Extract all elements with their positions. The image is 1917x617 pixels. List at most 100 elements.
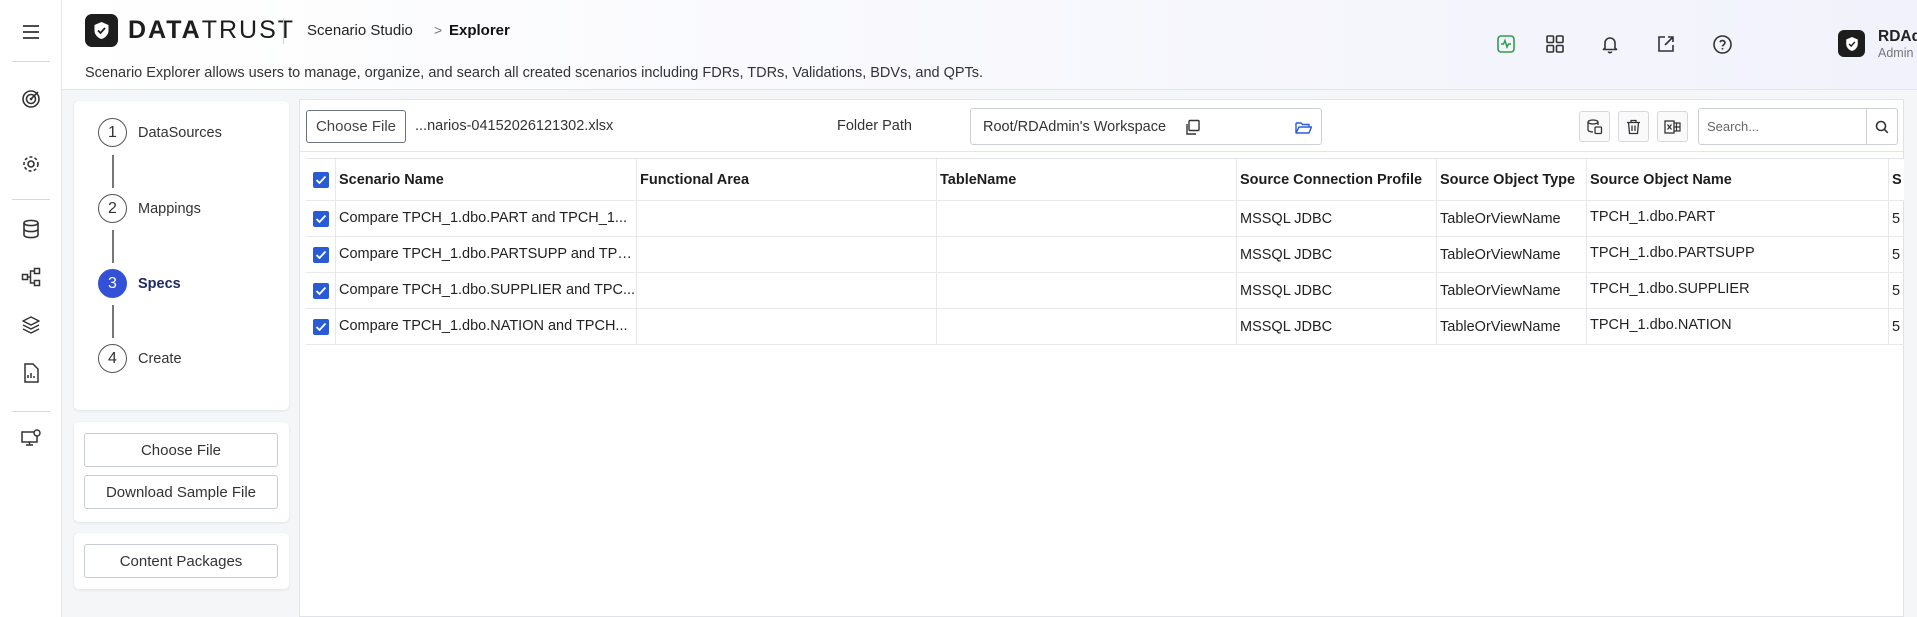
folder-open-icon[interactable]: [1295, 120, 1312, 135]
column-header-source-object-type[interactable]: Source Object Type: [1437, 159, 1587, 200]
search-box: [1698, 108, 1898, 145]
explorer-toolbar: Choose File ...narios-04152026121302.xls…: [300, 100, 1903, 152]
folder-path-value: Root/RDAdmin's Workspace: [983, 119, 1167, 135]
step-connector: [112, 155, 114, 188]
step-specs[interactable]: 3 Specs: [98, 269, 181, 298]
database-icon[interactable]: [16, 214, 46, 244]
cell-table-name: [937, 309, 1237, 344]
check-icon: [315, 175, 326, 184]
choose-file-button[interactable]: Choose File: [84, 433, 278, 467]
datatrust-logo[interactable]: DATATRUST: [85, 14, 295, 47]
menu-icon[interactable]: [16, 17, 46, 47]
left-sidebar: [0, 0, 62, 617]
cell-functional-area: [637, 273, 937, 308]
help-icon[interactable]: [1709, 31, 1735, 57]
step-mappings[interactable]: 2 Mappings: [98, 194, 201, 223]
column-header-truncated[interactable]: S: [1889, 159, 1904, 200]
cell-source-connection-profile: MSSQL JDBC: [1237, 237, 1437, 272]
folder-path-field[interactable]: Root/RDAdmin's Workspace: [970, 108, 1322, 145]
cell-scenario-name: Compare TPCH_1.dbo.PART and TPCH_1...: [336, 201, 637, 236]
table-row[interactable]: Compare TPCH_1.dbo.PART and TPCH_1... MS…: [306, 201, 1904, 237]
cell-truncated: 5: [1892, 282, 1901, 299]
breadcrumb-scenario-studio[interactable]: Scenario Studio: [307, 22, 413, 39]
wizard-stepper: 1 DataSources 2 Mappings 3 Specs 4 Creat…: [74, 101, 289, 410]
column-header-source-connection-profile[interactable]: Source Connection Profile: [1237, 159, 1437, 200]
cell-scenario-name: Compare TPCH_1.dbo.SUPPLIER and TPC...: [336, 273, 637, 308]
avatar[interactable]: [1838, 30, 1865, 57]
content-packages-button[interactable]: Content Packages: [84, 544, 278, 578]
folder-path-label: Folder Path: [837, 118, 912, 134]
check-icon: [315, 286, 326, 295]
copy-scenarios-icon[interactable]: [1579, 111, 1610, 142]
header-divider: [283, 18, 284, 44]
cell-scenario-name: Compare TPCH_1.dbo.PARTSUPP and TPC...: [336, 237, 637, 272]
table-header-row: Scenario Name Functional Area TableName …: [306, 159, 1904, 201]
cell-source-object-type: TableOrViewName: [1437, 201, 1587, 236]
delete-icon[interactable]: [1618, 111, 1649, 142]
step-create[interactable]: 4 Create: [98, 344, 182, 373]
table-row[interactable]: Compare TPCH_1.dbo.NATION and TPCH... MS…: [306, 309, 1904, 345]
cell-truncated: 5: [1892, 318, 1901, 335]
row-select-cell: [306, 201, 336, 236]
step-number: 1: [98, 118, 127, 147]
cell-table-name: [937, 237, 1237, 272]
step-label: DataSources: [138, 124, 222, 141]
cell-source-connection-profile: MSSQL JDBC: [1237, 273, 1437, 308]
step-datasources[interactable]: 1 DataSources: [98, 118, 222, 147]
breadcrumb-current: Explorer: [449, 22, 510, 39]
step-number: 3: [98, 269, 127, 298]
breadcrumb-separator: >: [434, 22, 443, 38]
sidebar-divider: [12, 411, 50, 412]
scenarios-table: Scenario Name Functional Area TableName …: [306, 158, 1904, 617]
user-name[interactable]: RDAdmin: [1878, 28, 1917, 46]
table-row[interactable]: Compare TPCH_1.dbo.PARTSUPP and TPC... M…: [306, 237, 1904, 273]
logo-text-bold: DATA: [128, 16, 202, 44]
row-select-cell: [306, 309, 336, 344]
cell-table-name: [937, 273, 1237, 308]
column-header-table-name[interactable]: TableName: [937, 159, 1237, 200]
cell-functional-area: [637, 201, 937, 236]
file-actions-panel: Choose File Download Sample File: [74, 422, 289, 522]
cell-source-connection-profile: MSSQL JDBC: [1237, 309, 1437, 344]
row-select-cell: [306, 273, 336, 308]
external-link-icon[interactable]: [1653, 31, 1679, 57]
sidebar-divider: [12, 199, 50, 200]
report-icon[interactable]: [16, 358, 46, 388]
bell-icon[interactable]: [1597, 31, 1623, 57]
row-select-cell: [306, 237, 336, 272]
cell-source-connection-profile: MSSQL JDBC: [1237, 201, 1437, 236]
row-checkbox[interactable]: [312, 246, 329, 263]
content-packages-panel: Content Packages: [74, 533, 289, 589]
apps-grid-icon[interactable]: [1542, 31, 1568, 57]
copy-icon[interactable]: [1184, 119, 1201, 136]
search-button[interactable]: [1866, 109, 1897, 144]
row-checkbox[interactable]: [312, 210, 329, 227]
layers-icon[interactable]: [16, 310, 46, 340]
cell-source-object-name: TPCH_1.dbo.PARTSUPP: [1587, 237, 1889, 272]
column-header-scenario-name[interactable]: Scenario Name: [336, 159, 637, 200]
logo-text-light: TRUST: [201, 16, 296, 44]
table-row[interactable]: Compare TPCH_1.dbo.SUPPLIER and TPC... M…: [306, 273, 1904, 309]
step-label: Mappings: [138, 200, 201, 217]
check-icon: [315, 250, 326, 259]
settings-icon[interactable]: [16, 149, 46, 179]
cell-source-object-type: TableOrViewName: [1437, 237, 1587, 272]
row-checkbox[interactable]: [312, 282, 329, 299]
choose-file-input[interactable]: Choose File: [306, 110, 406, 143]
step-label: Specs: [138, 275, 181, 292]
column-header-functional-area[interactable]: Functional Area: [637, 159, 937, 200]
column-header-source-object-name[interactable]: Source Object Name: [1587, 159, 1889, 200]
top-header: DATATRUST Scenario Studio > Explorer Sce…: [62, 0, 1917, 90]
step-connector: [112, 230, 114, 263]
excel-export-icon[interactable]: [1657, 111, 1688, 142]
search-input[interactable]: [1699, 109, 1867, 144]
cell-source-object-name: TPCH_1.dbo.PART: [1587, 201, 1889, 236]
workflow-icon[interactable]: [16, 262, 46, 292]
select-all-checkbox[interactable]: [312, 171, 329, 188]
check-icon: [315, 214, 326, 223]
activity-icon[interactable]: [1493, 31, 1519, 57]
target-icon[interactable]: [16, 84, 46, 114]
row-checkbox[interactable]: [312, 318, 329, 335]
download-sample-file-button[interactable]: Download Sample File: [84, 475, 278, 509]
monitor-icon[interactable]: [16, 423, 46, 453]
